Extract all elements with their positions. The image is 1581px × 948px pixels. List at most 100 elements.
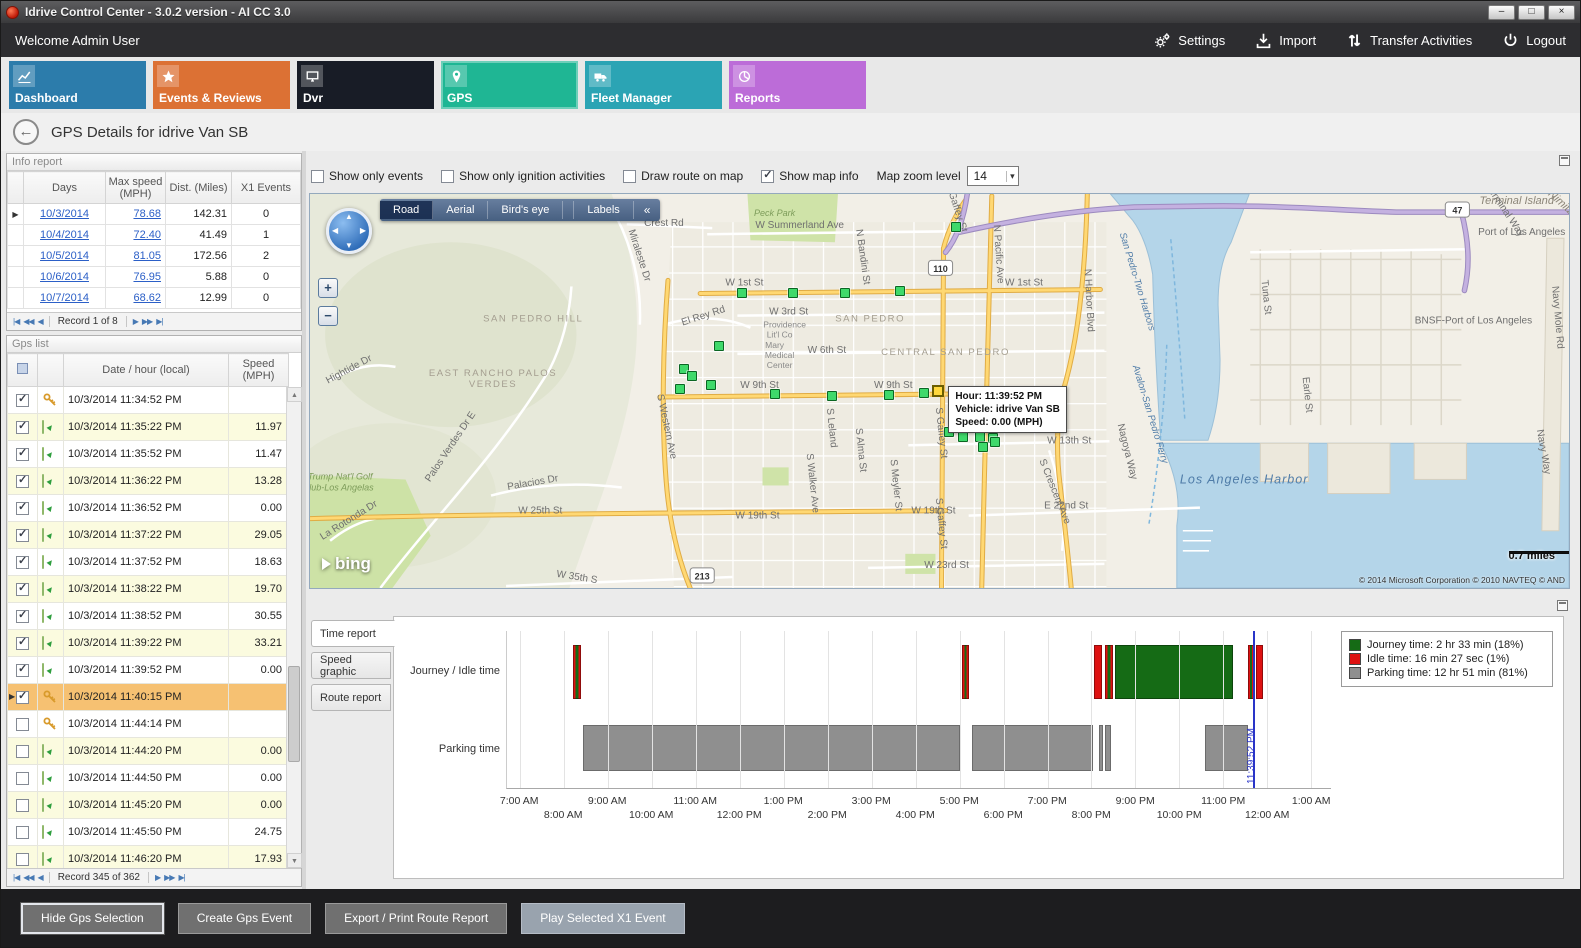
map-container[interactable]: Peck ParkCrest RdW Summerland AveMirales… xyxy=(309,193,1570,589)
checkbox[interactable] xyxy=(441,170,454,183)
gps-list-row[interactable]: ▶10/3/2014 11:40:15 PM xyxy=(8,684,289,711)
report-tab-speed-graphic[interactable]: Speed graphic xyxy=(311,652,391,679)
gps-row-checkbox[interactable] xyxy=(16,556,29,569)
info-report-row[interactable]: ▶10/3/201478.68142.310 xyxy=(8,204,301,225)
selected-gps-marker[interactable] xyxy=(932,385,944,397)
gps-row-checkbox[interactable] xyxy=(16,637,29,650)
gps-route-marker[interactable] xyxy=(951,222,961,232)
settings-button[interactable]: Settings xyxy=(1154,32,1225,49)
pager-first-button[interactable]: |◀ xyxy=(11,317,21,326)
report-tab-route-report[interactable]: Route report xyxy=(311,684,391,711)
column-header-x1-events[interactable]: X1 Events xyxy=(232,172,301,204)
nav-tile-reports[interactable]: Reports xyxy=(729,61,866,109)
gps-route-marker[interactable] xyxy=(895,286,905,296)
create-gps-event-button[interactable]: Create Gps Event xyxy=(178,903,311,934)
gps-row-checkbox[interactable] xyxy=(16,772,29,785)
pager-prev-fast-button[interactable]: ◀◀ xyxy=(21,873,35,882)
gps-list-row[interactable]: 10/3/2014 11:38:22 PM19.70 xyxy=(8,576,289,603)
maximize-chart-panel-button[interactable] xyxy=(1557,600,1568,611)
max-speed-link[interactable]: 68.62 xyxy=(133,292,161,304)
map-compass-control[interactable]: ▲ ▼ ◀ ▶ xyxy=(326,208,372,254)
gps-row-checkbox[interactable] xyxy=(16,475,29,488)
scroll-down-icon[interactable]: ▼ xyxy=(287,853,302,868)
gps-list-row[interactable]: 10/3/2014 11:45:20 PM0.00 xyxy=(8,792,289,819)
map-view-tab-aerial[interactable]: Aerial xyxy=(433,201,488,219)
nav-tile-dashboard[interactable]: Dashboard xyxy=(9,61,146,109)
info-report-row[interactable]: 10/6/201476.955.880 xyxy=(8,267,301,288)
checkbox[interactable] xyxy=(623,170,636,183)
scroll-up-icon[interactable]: ▲ xyxy=(287,387,302,402)
gps-route-marker[interactable] xyxy=(827,391,837,401)
export-print-route-report-button[interactable]: Export / Print Route Report xyxy=(325,903,507,934)
gps-route-marker[interactable] xyxy=(884,390,894,400)
pager-next-button[interactable]: ▶ xyxy=(131,317,140,326)
gps-row-checkbox[interactable] xyxy=(16,853,29,866)
pager-prev-button[interactable]: ◀ xyxy=(36,873,45,882)
column-header-dist[interactable]: Dist. (Miles) xyxy=(166,172,232,204)
map-view-tab-bird-s-eye[interactable]: Bird's eye xyxy=(488,201,563,219)
panel-splitter[interactable] xyxy=(302,151,306,889)
maximize-button[interactable]: □ xyxy=(1518,5,1545,20)
report-tab-time-report[interactable]: Time report xyxy=(311,620,395,647)
column-header-days[interactable]: Days xyxy=(24,172,106,204)
pager-last-button[interactable]: ▶| xyxy=(154,317,164,326)
info-report-row[interactable]: 10/5/201481.05172.562 xyxy=(8,246,301,267)
pager-prev-fast-button[interactable]: ◀◀ xyxy=(21,317,35,326)
pager-next-fast-button[interactable]: ▶▶ xyxy=(162,873,176,882)
minimize-button[interactable]: – xyxy=(1488,5,1515,20)
nav-tile-gps[interactable]: GPS xyxy=(441,61,578,109)
map-option-draw-route-on-map[interactable]: Draw route on map xyxy=(623,169,743,183)
close-button[interactable]: × xyxy=(1548,5,1575,20)
map-option-show-only-events[interactable]: Show only events xyxy=(311,169,423,183)
gps-row-checkbox[interactable] xyxy=(16,691,29,704)
gps-row-checkbox[interactable] xyxy=(16,664,29,677)
gps-row-checkbox[interactable] xyxy=(16,394,29,407)
gps-list-row[interactable]: 10/3/2014 11:44:14 PM xyxy=(8,711,289,738)
gps-list-row[interactable]: 10/3/2014 11:35:52 PM11.47 xyxy=(8,441,289,468)
max-speed-link[interactable]: 72.40 xyxy=(133,229,161,241)
gps-list-row[interactable]: 10/3/2014 11:39:22 PM33.21 xyxy=(8,630,289,657)
transfer-activities-button[interactable]: Transfer Activities xyxy=(1346,32,1472,49)
gps-list-row[interactable]: 10/3/2014 11:35:22 PM11.97 xyxy=(8,414,289,441)
hide-gps-selection-button[interactable]: Hide Gps Selection xyxy=(21,903,164,934)
gps-route-marker[interactable] xyxy=(958,432,968,442)
gps-list-row[interactable]: 10/3/2014 11:44:50 PM0.00 xyxy=(8,765,289,792)
column-header-speed[interactable]: Speed (MPH) xyxy=(229,354,289,387)
gps-list-row[interactable]: 10/3/2014 11:36:22 PM13.28 xyxy=(8,468,289,495)
back-button[interactable]: ← xyxy=(13,119,39,145)
checkbox[interactable] xyxy=(311,170,324,183)
gps-row-checkbox[interactable] xyxy=(16,529,29,542)
gps-list-row[interactable]: 10/3/2014 11:38:52 PM30.55 xyxy=(8,603,289,630)
max-speed-link[interactable]: 76.95 xyxy=(133,271,161,283)
map-zoom-in-button[interactable]: + xyxy=(318,278,338,298)
pager-next-button[interactable]: ▶ xyxy=(153,873,162,882)
pan-down-icon[interactable]: ▼ xyxy=(345,241,353,250)
map-view-tab-road[interactable]: Road xyxy=(380,201,433,219)
gps-route-marker[interactable] xyxy=(675,384,685,394)
pager-prev-button[interactable]: ◀ xyxy=(36,317,45,326)
gps-route-marker[interactable] xyxy=(714,341,724,351)
gps-row-checkbox[interactable] xyxy=(16,826,29,839)
gps-list-row[interactable]: 10/3/2014 11:36:52 PM0.00 xyxy=(8,495,289,522)
gps-route-marker[interactable] xyxy=(687,371,697,381)
gps-route-marker[interactable] xyxy=(788,288,798,298)
gps-row-checkbox[interactable] xyxy=(16,421,29,434)
pager-last-button[interactable]: ▶| xyxy=(176,873,186,882)
map-option-show-map-info[interactable]: Show map info xyxy=(761,169,858,183)
info-report-row[interactable]: 10/7/201468.6212.990 xyxy=(8,288,301,309)
pager-first-button[interactable]: |◀ xyxy=(11,873,21,882)
map-zoom-out-button[interactable]: − xyxy=(318,306,338,326)
day-link[interactable]: 10/3/2014 xyxy=(40,208,89,220)
gps-list-row[interactable]: 10/3/2014 11:37:22 PM29.05 xyxy=(8,522,289,549)
day-link[interactable]: 10/6/2014 xyxy=(40,271,89,283)
gps-row-checkbox[interactable] xyxy=(16,583,29,596)
gps-row-checkbox[interactable] xyxy=(16,448,29,461)
gps-list-scrollbar[interactable]: ▲ ▼ xyxy=(286,387,301,868)
gps-route-marker[interactable] xyxy=(919,388,929,398)
gps-list-row[interactable]: 10/3/2014 11:44:20 PM0.00 xyxy=(8,738,289,765)
checkbox[interactable] xyxy=(761,170,774,183)
column-header-max-speed[interactable]: Max speed (MPH) xyxy=(106,172,166,204)
pan-right-icon[interactable]: ▶ xyxy=(360,226,366,235)
gps-route-marker[interactable] xyxy=(706,380,716,390)
gps-row-checkbox[interactable] xyxy=(16,610,29,623)
